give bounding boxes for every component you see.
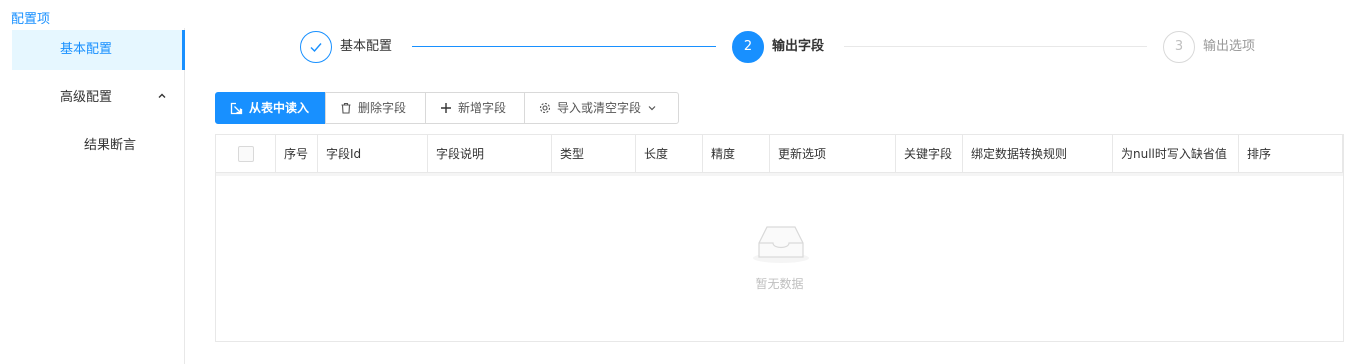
plus-icon [441, 103, 451, 113]
fields-table: 序号 字段Id 字段说明 类型 长度 精度 更新选项 关键字段 绑定数据转换规则… [215, 134, 1344, 342]
column-header[interactable]: 序号 [276, 135, 318, 173]
empty-inbox-icon [749, 221, 813, 268]
chevron-up-icon[interactable] [157, 78, 167, 118]
sidebar-item-advanced-config[interactable]: 高级配置 [12, 78, 185, 118]
column-header[interactable]: 排序 [1239, 135, 1343, 173]
add-field-label: 新增字段 [458, 101, 507, 115]
import-or-clear-label: 导入或清空字段 [557, 101, 642, 115]
column-header[interactable]: 字段Id [318, 135, 428, 173]
header-divider [216, 173, 1343, 176]
sidebar-item-label: 高级配置 [60, 90, 113, 105]
sidebar-item-label: 基本配置 [60, 42, 113, 57]
step-3-circle[interactable]: 3 [1163, 31, 1195, 63]
sidebar-subitem-label: 结果断言 [84, 138, 137, 153]
import-icon [230, 102, 243, 114]
sidebar-subitem-result-assertion[interactable]: 结果断言 [12, 126, 185, 166]
column-header[interactable]: 关键字段 [896, 135, 963, 173]
sidebar: 基本配置 高级配置 结果断言 [0, 28, 185, 364]
step-1-label: 基本配置 [340, 39, 393, 54]
step-connector [844, 46, 1147, 47]
column-header[interactable]: 绑定数据转换规则 [963, 135, 1113, 173]
step-3-label: 输出选项 [1203, 39, 1256, 54]
section-title: 配置项 [11, 12, 51, 27]
trash-icon [341, 102, 351, 114]
table-header: 序号 字段Id 字段说明 类型 长度 精度 更新选项 关键字段 绑定数据转换规则… [216, 135, 1343, 173]
column-header[interactable]: 类型 [552, 135, 636, 173]
delete-field-label: 删除字段 [358, 101, 407, 115]
gear-icon [539, 102, 551, 114]
sidebar-item-basic-config[interactable]: 基本配置 [12, 30, 185, 70]
select-all-checkbox[interactable] [238, 146, 254, 162]
steps-progress: 基本配置 2 输出字段 3 输出选项 [300, 31, 1360, 63]
add-field-button[interactable]: 新增字段 [425, 92, 525, 124]
column-header[interactable]: 更新选项 [770, 135, 896, 173]
step-2-circle[interactable]: 2 [732, 31, 764, 63]
column-header[interactable]: 为null时写入缺省值 [1113, 135, 1239, 173]
chevron-down-icon [648, 106, 656, 111]
column-header[interactable]: 精度 [703, 135, 770, 173]
step-2-label: 输出字段 [772, 39, 825, 54]
select-all-cell [216, 135, 276, 173]
column-header[interactable]: 长度 [636, 135, 703, 173]
check-icon [310, 43, 322, 53]
column-header[interactable]: 字段说明 [428, 135, 552, 173]
step-connector [412, 46, 716, 47]
delete-field-button[interactable]: 删除字段 [325, 92, 426, 124]
step-1-circle[interactable] [300, 31, 332, 63]
field-toolbar: 从表中读入 删除字段 新增字段 导入或清空字段 [215, 92, 679, 124]
read-from-table-button[interactable]: 从表中读入 [215, 92, 326, 124]
empty-text: 暂无数据 [755, 277, 804, 291]
read-from-table-label: 从表中读入 [249, 101, 310, 115]
import-or-clear-fields-dropdown[interactable]: 导入或清空字段 [524, 92, 679, 124]
